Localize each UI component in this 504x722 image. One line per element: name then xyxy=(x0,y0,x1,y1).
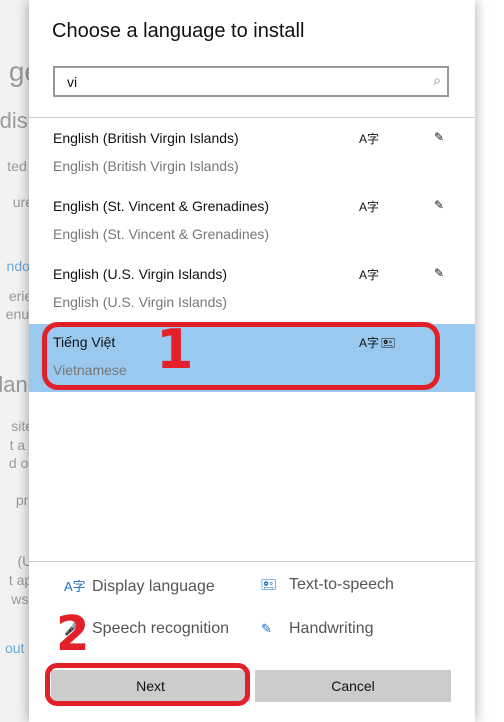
legend-text-to-speech: 🖭 Text-to-speech xyxy=(261,576,394,598)
language-native-name: English (British Virgin Islands) xyxy=(53,130,239,146)
handwriting-icon: ✎ xyxy=(434,130,445,144)
language-native-name: English (U.S. Virgin Islands) xyxy=(53,266,228,282)
language-list-item[interactable]: English (St. Vincent & Grenadines) Engli… xyxy=(29,188,475,256)
display-language-icon: A字 xyxy=(359,132,380,146)
legend-handwriting: ✎ Handwriting xyxy=(261,620,374,637)
divider xyxy=(29,117,475,118)
language-english-name: English (St. Vincent & Grenadines) xyxy=(53,226,270,242)
divider xyxy=(29,561,475,562)
search-icon[interactable]: ⌕ xyxy=(433,72,441,89)
annotation-highlight-next xyxy=(45,663,250,706)
cancel-button[interactable]: Cancel xyxy=(255,670,451,702)
handwriting-icon: ✎ xyxy=(261,621,272,636)
display-language-icon: A字 xyxy=(64,579,86,594)
annotation-step-2: 2 xyxy=(56,606,90,662)
language-list-item[interactable]: English (British Virgin Islands) English… xyxy=(29,120,475,188)
language-list-item[interactable]: English (U.S. Virgin Islands) English (U… xyxy=(29,256,475,324)
search-box[interactable]: ⌕ xyxy=(53,66,449,97)
text-to-speech-icon: 🖭 xyxy=(261,577,277,592)
language-native-name: English (St. Vincent & Grenadines) xyxy=(53,198,270,214)
dialog-title: Choose a language to install xyxy=(52,20,305,42)
display-language-icon: A字 xyxy=(359,268,380,282)
annotation-highlight-vietnamese xyxy=(42,322,440,390)
handwriting-icon: ✎ xyxy=(434,266,445,280)
search-input[interactable] xyxy=(65,73,409,91)
display-language-icon: A字 xyxy=(359,200,380,214)
legend-display-language: A字 Display language xyxy=(64,578,215,595)
language-english-name: English (U.S. Virgin Islands) xyxy=(53,294,228,310)
language-english-name: English (British Virgin Islands) xyxy=(53,158,239,174)
annotation-step-1: 1 xyxy=(156,318,194,381)
handwriting-icon: ✎ xyxy=(434,198,445,212)
